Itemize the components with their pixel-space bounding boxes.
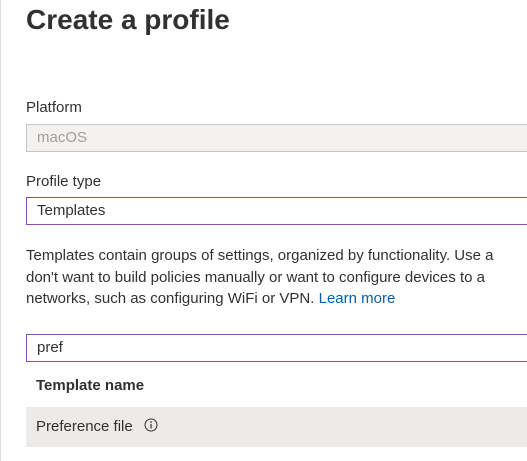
template-name-column-header[interactable]: Template name	[26, 372, 527, 400]
platform-label: Platform	[26, 99, 82, 116]
template-name-cell: Preference file	[36, 418, 133, 435]
description-line: Templates contain groups of settings, or…	[26, 247, 494, 264]
pane-divider	[0, 0, 1, 461]
template-search-input[interactable]: pref	[26, 334, 527, 362]
info-icon[interactable]	[144, 418, 158, 432]
learn-more-link[interactable]: Learn more	[319, 290, 396, 307]
create-profile-pane: Create a profile Platform macOS Profile …	[0, 0, 527, 461]
page-title: Create a profile	[26, 4, 230, 35]
templates-description: Templates contain groups of settings, or…	[26, 245, 527, 310]
profile-type-dropdown[interactable]: Templates	[26, 197, 527, 225]
description-text: networks, such as configuring WiFi or VP…	[26, 290, 315, 307]
description-line: networks, such as configuring WiFi or VP…	[26, 288, 527, 310]
platform-field: macOS	[26, 124, 527, 152]
profile-type-label: Profile type	[26, 173, 102, 190]
table-row[interactable]: Preference file	[26, 407, 527, 447]
description-line: don't want to build policies manually or…	[26, 268, 485, 286]
